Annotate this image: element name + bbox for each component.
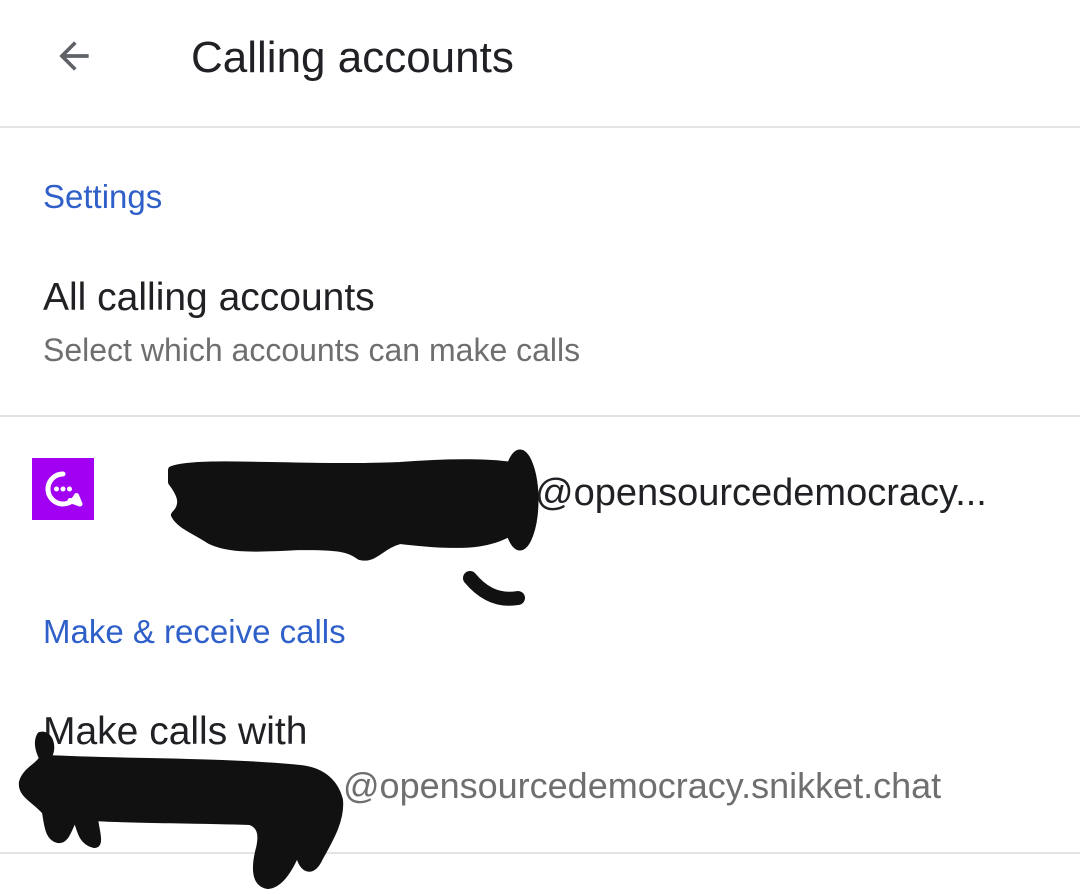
- account-name: @opensourcedemocracy...: [535, 472, 987, 514]
- divider: [0, 852, 1080, 854]
- page-title: Calling accounts: [191, 33, 514, 82]
- make-calls-with-title: Make calls with: [43, 710, 308, 753]
- screen: Calling accounts Settings All calling ac…: [0, 0, 1080, 894]
- make-calls-with-item[interactable]: Make calls with @opensourcedemocracy.sni…: [0, 700, 1080, 845]
- calls-section-header: Make & receive calls: [43, 613, 346, 650]
- all-calling-accounts-summary: Select which accounts can make calls: [43, 332, 581, 368]
- all-calling-accounts-item[interactable]: All calling accounts Select which accoun…: [0, 260, 1080, 390]
- make-calls-with-summary: @opensourcedemocracy.snikket.chat: [343, 765, 942, 806]
- back-button[interactable]: [34, 16, 114, 96]
- arrow-back-icon: [59, 41, 89, 71]
- account-icon: [32, 458, 94, 520]
- settings-section-header: Settings: [43, 178, 163, 215]
- divider: [0, 415, 1080, 417]
- all-calling-accounts-title: All calling accounts: [43, 276, 375, 319]
- app-bar: Calling accounts: [0, 0, 1080, 128]
- snikket-chat-icon: [45, 471, 83, 507]
